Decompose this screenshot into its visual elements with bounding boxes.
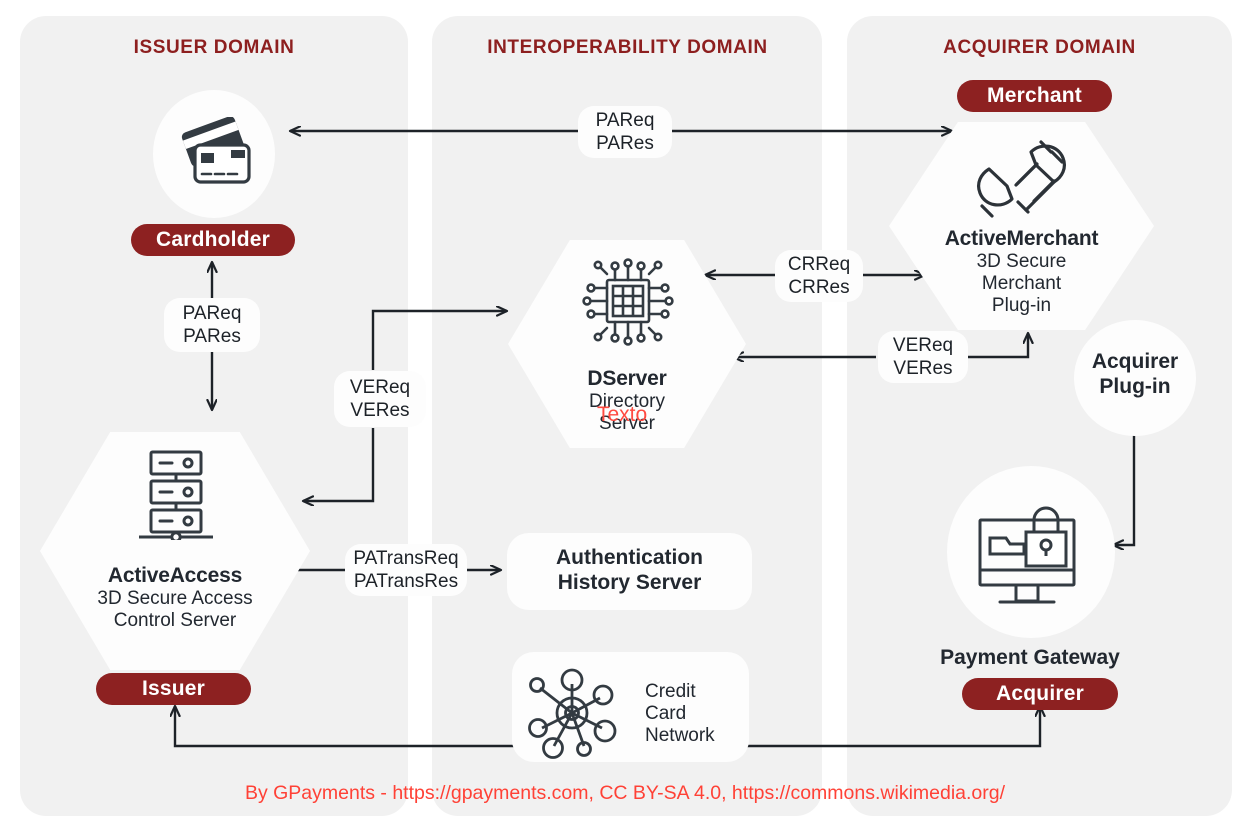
auth-history-line-1: Authentication	[556, 546, 703, 569]
auth-history-line-2: History Server	[557, 571, 702, 594]
dserver-title: DServer	[587, 367, 667, 390]
issuer-badge: Issuer	[96, 673, 251, 705]
message-line-2: VERes	[350, 400, 410, 421]
merchant-badge: Merchant	[957, 80, 1112, 112]
message-line-1: PAReq	[595, 110, 655, 131]
active-access-subtitle-1: 3D Secure Access	[97, 588, 253, 609]
attribution-text: By GPayments - https://gpayments.com, CC…	[244, 782, 1006, 804]
active-merchant-label: ActiveMerchant 3D Secure Merchant Plug-i…	[889, 226, 1154, 317]
message-patransreq-patransres: PATransReq PATransRes	[345, 544, 467, 596]
domain-title-interoperability: INTEROPERABILITY DOMAIN	[487, 37, 768, 58]
message-line-1: PAReq	[182, 303, 242, 324]
credit-card-network-line-2: Card	[645, 703, 687, 724]
message-line-2: PATransRes	[353, 571, 459, 592]
message-line-1: PATransReq	[353, 548, 459, 569]
active-merchant-subtitle-3: Plug-in	[991, 295, 1052, 316]
credit-card-network-label: Credit Card Network	[645, 681, 745, 747]
credit-cards-icon	[181, 117, 251, 184]
cardholder-badge: Cardholder	[131, 224, 295, 256]
chip-icon	[582, 258, 674, 346]
message-vereq-veres-right: VEReq VERes	[878, 331, 968, 383]
message-vereq-veres-left: VEReq VERes	[334, 371, 426, 427]
secure-payment-monitor-icon	[978, 506, 1076, 604]
message-line-1: VEReq	[349, 377, 411, 398]
message-crreq-crres: CRReq CRRes	[775, 250, 863, 302]
message-line-2: PARes	[596, 133, 654, 154]
diagram-canvas: ISSUER DOMAIN INTEROPERABILITY DOMAIN AC…	[0, 0, 1250, 833]
message-line-1: CRReq	[787, 254, 851, 275]
plug-icon	[977, 140, 1066, 218]
message-line-1: VEReq	[892, 335, 954, 356]
acquirer-badge: Acquirer	[962, 678, 1118, 710]
active-merchant-subtitle-1: 3D Secure	[976, 251, 1067, 272]
texto-overlay-text: Texto	[597, 403, 648, 426]
acquirer-plugin-line-1: Acquirer	[1091, 350, 1179, 373]
domain-title-issuer: ISSUER DOMAIN	[133, 37, 295, 58]
credit-card-network-line-1: Credit	[645, 681, 696, 702]
payment-gateway-label: Payment Gateway	[940, 646, 1120, 669]
message-line-2: VERes	[893, 358, 953, 379]
acquirer-plugin-label: Acquirer Plug-in	[1074, 349, 1196, 399]
active-access-label: ActiveAccess 3D Secure Access Control Se…	[40, 563, 310, 632]
credit-card-network-line-3: Network	[645, 725, 715, 746]
domain-title-acquirer: ACQUIRER DOMAIN	[943, 37, 1136, 58]
acquirer-plugin-line-2: Plug-in	[1099, 375, 1171, 398]
active-access-title: ActiveAccess	[107, 564, 243, 587]
active-merchant-subtitle-2: Merchant	[981, 273, 1062, 294]
server-rack-icon	[139, 450, 213, 540]
message-pareq-pares-left: PAReq PARes	[164, 298, 260, 352]
active-merchant-title: ActiveMerchant	[944, 227, 1099, 250]
active-access-subtitle-2: Control Server	[113, 610, 237, 631]
network-hub-icon	[528, 668, 617, 759]
auth-history-server-label: Authentication History Server	[507, 545, 752, 595]
message-pareq-pares-top: PAReq PARes	[578, 106, 672, 158]
message-line-2: PARes	[183, 326, 241, 347]
message-line-2: CRRes	[788, 277, 850, 298]
